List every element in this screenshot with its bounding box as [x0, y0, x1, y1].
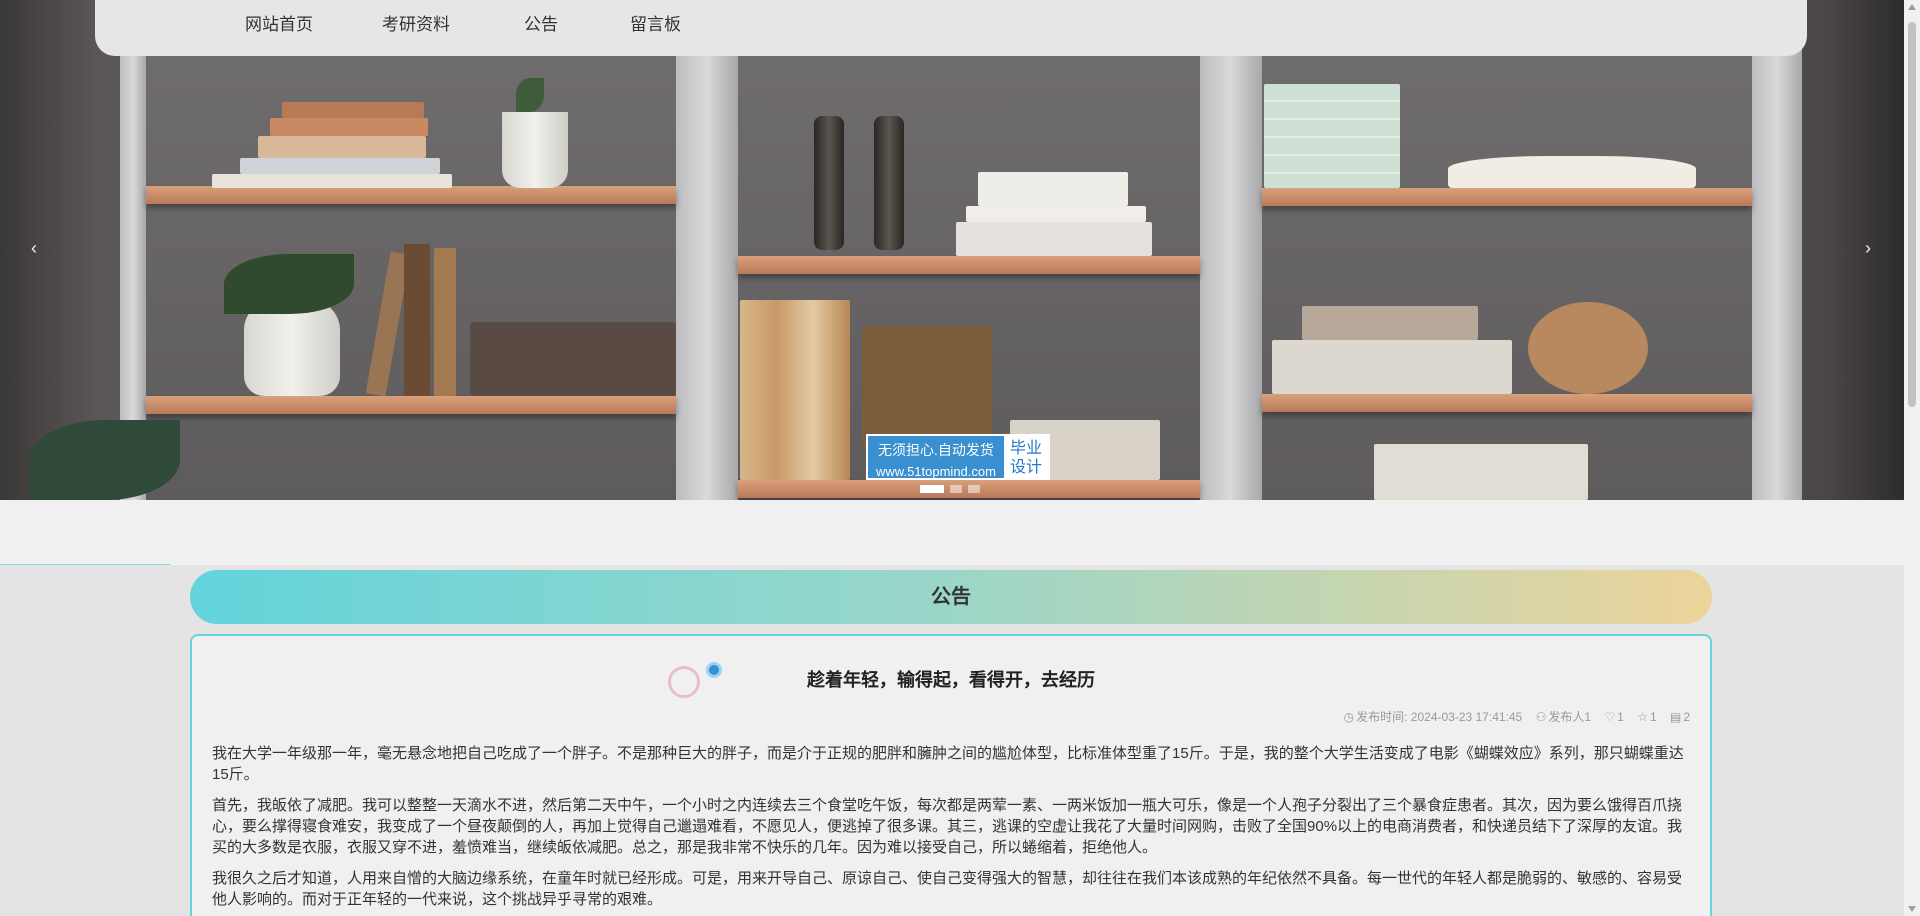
- favorite-count: 1: [1649, 710, 1657, 724]
- divider: [0, 564, 170, 565]
- plant-leaf: [516, 78, 544, 112]
- user-icon: ⚇: [1535, 710, 1547, 724]
- shelf-post: [1752, 0, 1802, 500]
- ad-badge[interactable]: 无须担心.自动发货 www.51topmind.com 毕业 设计: [866, 434, 1050, 480]
- ad-right-label: 毕业 设计: [1004, 436, 1048, 478]
- book: [282, 102, 424, 118]
- ad-line2: www.51topmind.com: [876, 464, 996, 479]
- carousel-dot[interactable]: [968, 485, 980, 493]
- book: [240, 158, 440, 174]
- comment-icon[interactable]: ▤: [1670, 710, 1681, 724]
- plant-pot: [244, 300, 340, 396]
- book-stack: [1302, 306, 1478, 340]
- section-gap: [0, 500, 1904, 565]
- carousel-next-button[interactable]: ›: [1858, 236, 1878, 260]
- book-stack: [1264, 84, 1400, 188]
- shelf-post: [1200, 0, 1262, 500]
- storage-box: [470, 322, 676, 396]
- scroll-up-icon[interactable]: [1908, 4, 1916, 10]
- book: [258, 136, 426, 158]
- book: [404, 244, 430, 396]
- article-title: 趁着年轻，输得起，看得开，去经历: [807, 670, 1095, 690]
- clock-icon: ◷: [1343, 710, 1355, 724]
- open-book: [1448, 156, 1696, 188]
- shelf-post: [676, 0, 738, 500]
- book: [966, 206, 1146, 222]
- carousel-dot[interactable]: [950, 485, 962, 493]
- carousel-dot[interactable]: [920, 485, 944, 493]
- chevron-right-icon: ›: [1865, 238, 1871, 258]
- book: [270, 118, 428, 136]
- carousel-indicators: [920, 485, 980, 493]
- article-paragraph: 我在大学一年级那一年，毫无悬念地把自己吃成了一个胖子。不是那种巨大的胖子，而是介…: [212, 745, 1684, 783]
- nav-item-announcements[interactable]: 公告: [524, 10, 558, 35]
- scroll-down-icon[interactable]: [1908, 906, 1916, 912]
- nav-item-materials[interactable]: 考研资料: [382, 10, 450, 35]
- announcement-detail: 趁着年轻，输得起，看得开，去经历 ◷ 发布时间: 2024-03-23 17:41…: [190, 634, 1712, 916]
- article-paragraph: 我很久之后才知道，人用来自憎的大脑边缘系统，在童年时就已经形成。可是，用来开导自…: [212, 870, 1683, 908]
- cursor-ripple: [668, 666, 700, 698]
- ad-text-block: 无须担心.自动发货 www.51topmind.com: [868, 436, 1004, 479]
- section-title: 公告: [190, 570, 1712, 624]
- decorative-box: [862, 326, 992, 446]
- banner-carousel: ‹ › 无须担心.自动发货 www.51topmind.com 毕业 设计: [0, 0, 1904, 500]
- shelf-board: [1262, 394, 1752, 412]
- shelf-board: [146, 396, 676, 414]
- top-nav: 网站首页 考研资料 公告 留言板: [95, 0, 1807, 56]
- star-icon[interactable]: ☆: [1637, 710, 1648, 724]
- ad-line1: 无须担心.自动发货: [878, 442, 994, 458]
- book: [434, 248, 456, 396]
- thumbs-up-icon[interactable]: ♡: [1604, 710, 1615, 724]
- like-count: 1: [1617, 710, 1624, 724]
- article-paragraph: 首先，我皈依了减肥。我可以整整一天滴水不进，然后第二天中午，一个小时之内连续去三…: [212, 797, 1683, 856]
- plant-leaf: [224, 254, 354, 314]
- book-stack: [1374, 444, 1588, 500]
- binoculars: [814, 116, 844, 250]
- book: [212, 174, 452, 188]
- plant-leaf: [30, 420, 180, 500]
- shelf-board: [146, 186, 676, 204]
- plant-pot: [502, 112, 568, 188]
- author: 发布人1: [1548, 710, 1592, 724]
- article-meta: ◷ 发布时间: 2024-03-23 17:41:45 ⚇ 发布人1 ♡ 1 ☆ 1 ▤…: [212, 708, 1690, 725]
- nav-item-home[interactable]: 网站首页: [245, 10, 313, 35]
- book: [978, 172, 1128, 206]
- book: [740, 300, 850, 480]
- comment-count: 2: [1683, 710, 1690, 724]
- dried-flowers: [1528, 302, 1648, 394]
- shelf-board: [738, 256, 1200, 274]
- carousel-prev-button[interactable]: ‹: [24, 236, 44, 260]
- chevron-left-icon: ‹: [31, 238, 37, 258]
- page-scrollbar[interactable]: [1904, 0, 1920, 916]
- binoculars: [874, 116, 904, 250]
- cursor-indicator: [706, 662, 722, 678]
- nav-item-message-board[interactable]: 留言板: [630, 10, 681, 35]
- scrollbar-thumb[interactable]: [1908, 22, 1916, 407]
- book-stack: [1272, 340, 1512, 394]
- shelf-board: [1262, 188, 1752, 206]
- book: [956, 222, 1152, 256]
- publish-time: 发布时间: 2024-03-23 17:41:45: [1356, 710, 1523, 724]
